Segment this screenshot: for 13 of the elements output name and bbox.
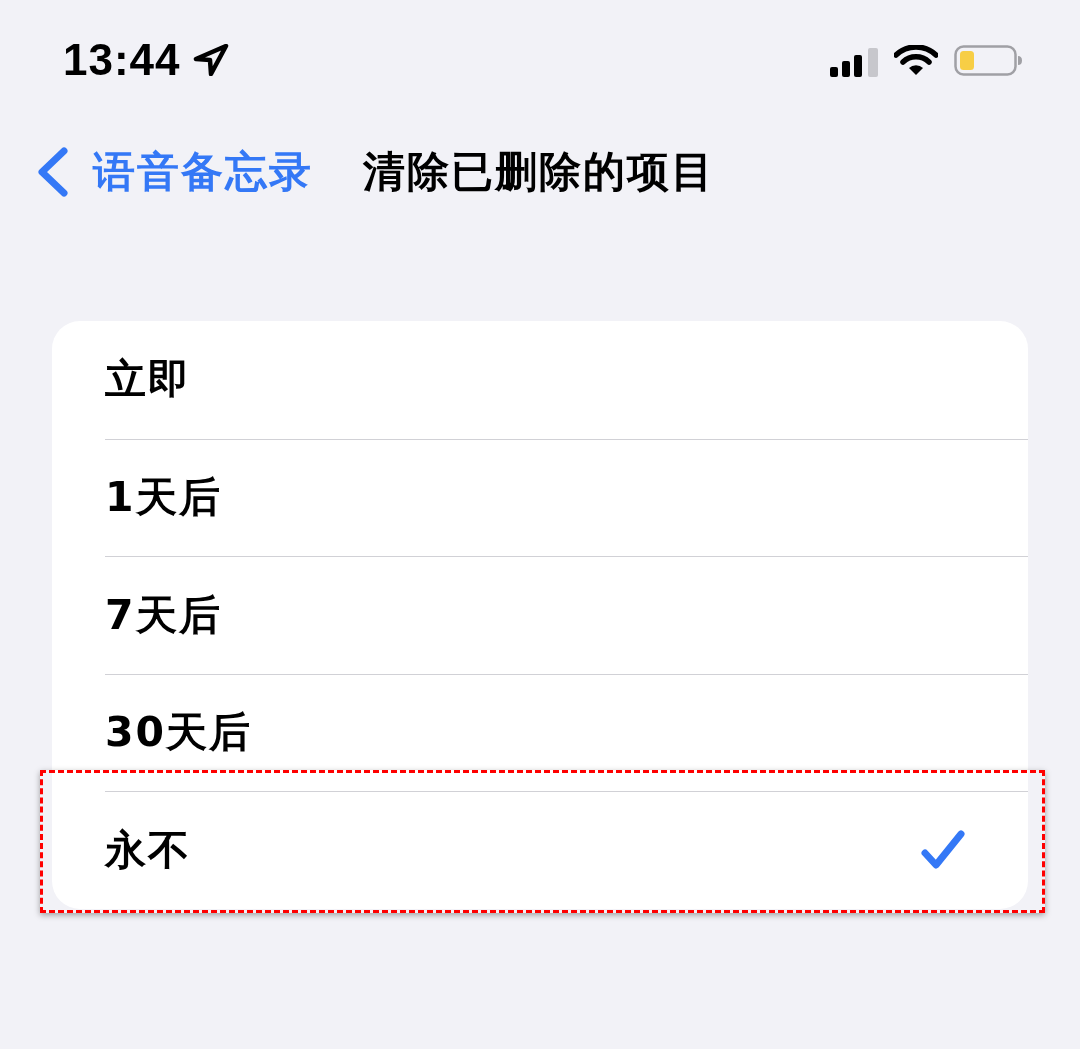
back-button[interactable]: 语音备忘录 (35, 144, 313, 200)
option-row[interactable]: 30天后 (105, 673, 1028, 791)
battery-icon (954, 44, 1022, 76)
signal-icon (830, 47, 878, 77)
option-row[interactable]: 1天后 (105, 438, 1028, 556)
wifi-icon (894, 45, 938, 75)
status-time: 13:44 (63, 35, 181, 85)
chevron-left-icon (35, 147, 69, 197)
option-row[interactable]: 7天后 (105, 556, 1028, 674)
option-row[interactable]: 永不 (105, 791, 1028, 909)
location-arrow-icon (192, 44, 229, 76)
page-title: 清除已删除的项目 (363, 146, 715, 198)
option-row[interactable]: 立即 (105, 321, 1028, 439)
